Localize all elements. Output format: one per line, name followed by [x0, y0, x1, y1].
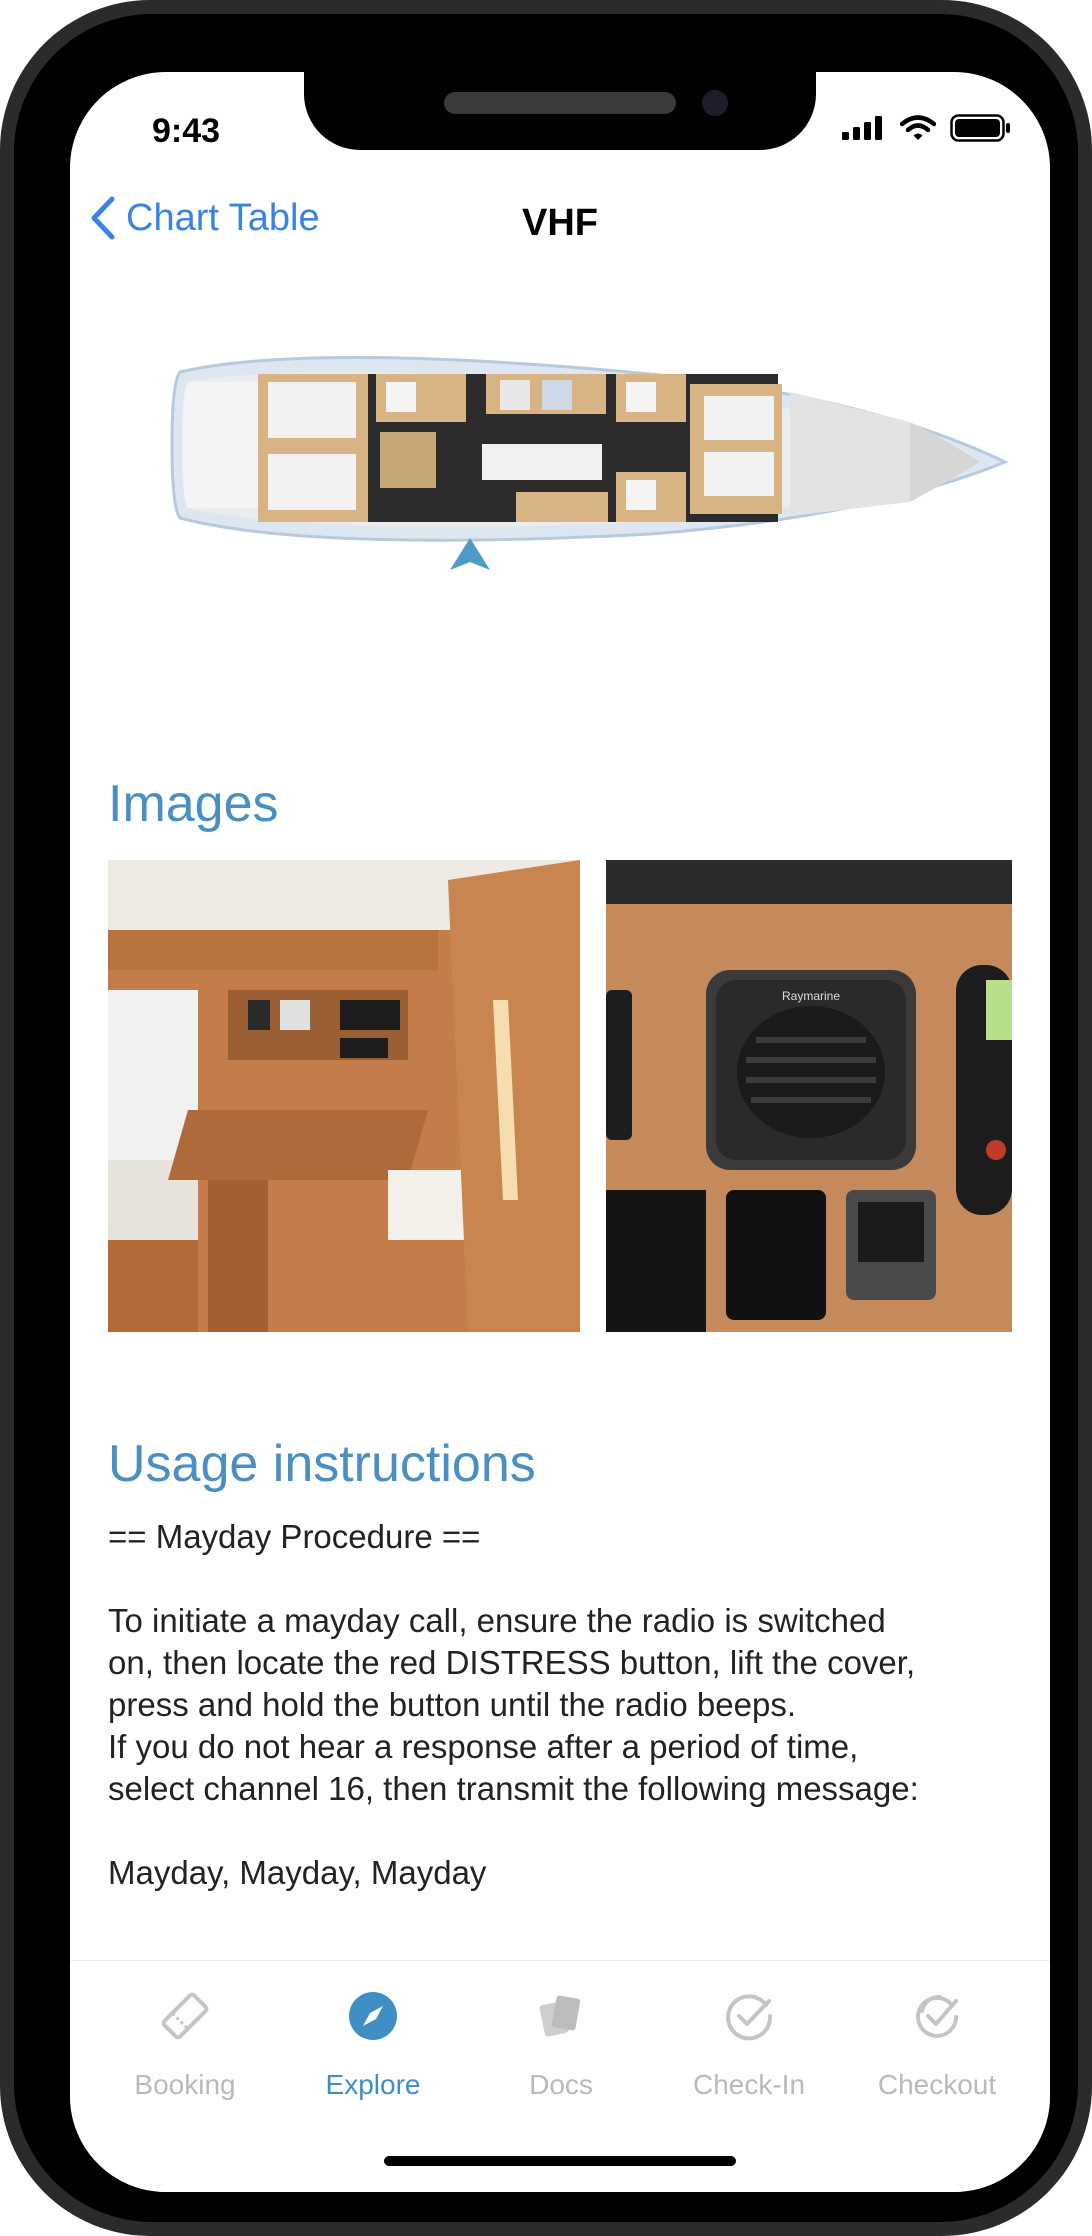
- back-button-label: Chart Table: [126, 196, 320, 239]
- front-camera: [702, 90, 728, 116]
- wifi-icon: [900, 115, 936, 140]
- tab-checkout[interactable]: Checkout: [842, 1961, 1032, 2111]
- cabin-interior-photo[interactable]: [108, 860, 580, 1332]
- checkmark-circle-icon: [726, 1994, 773, 2041]
- device-notch: [304, 72, 816, 150]
- radio-brand-label: Raymarine: [782, 989, 840, 1003]
- phone-bezel: 9:43 Chart Table VHF Images Raymarine Us…: [14, 14, 1078, 2222]
- app-screen: 9:43 Chart Table VHF Images Raymarine Us…: [70, 72, 1050, 2192]
- usage-section-title: Usage instructions: [108, 1435, 536, 1493]
- tab-label: Check-In: [692, 2069, 806, 2100]
- speaker-grille: [444, 92, 676, 114]
- status-icons: [842, 114, 1012, 142]
- usage-line: select channel 16, then transmit the fol…: [108, 1770, 919, 1807]
- compass-icon: [349, 1992, 397, 2040]
- tab-label: Explore: [325, 2069, 421, 2100]
- usage-heading-line: == Mayday Procedure ==: [108, 1518, 481, 1555]
- usage-line: on, then locate the red DISTRESS button,…: [108, 1644, 916, 1681]
- tab-label: Booking: [134, 2069, 236, 2100]
- boat-deck-plan: [170, 356, 1009, 570]
- usage-line: If you do not hear a response after a pe…: [108, 1728, 859, 1765]
- usage-closing-line: Mayday, Mayday, Mayday: [108, 1854, 487, 1891]
- cellular-signal-icon: [842, 116, 882, 140]
- vhf-radio-photo[interactable]: Raymarine: [606, 860, 1012, 1332]
- ticket-icon: [161, 1992, 209, 2040]
- navigation-bar: Chart Table VHF: [70, 192, 1050, 262]
- tab-check-in[interactable]: Check-In: [654, 1961, 844, 2111]
- tab-explore[interactable]: Explore: [278, 1961, 468, 2111]
- tab-docs[interactable]: Docs: [466, 1961, 656, 2111]
- tab-booking[interactable]: Booking: [90, 1961, 280, 2111]
- images-section-title: Images: [108, 775, 279, 833]
- chevron-left-icon: [91, 196, 115, 240]
- home-indicator[interactable]: [384, 2156, 736, 2166]
- tab-label: Docs: [529, 2069, 593, 2100]
- tab-label: Checkout: [877, 2069, 997, 2100]
- battery-icon: [950, 114, 1010, 142]
- back-button[interactable]: Chart Table: [90, 196, 320, 240]
- documents-icon: [539, 1995, 581, 2037]
- usage-line: press and hold the button until the radi…: [108, 1686, 796, 1723]
- double-checkmark-icon: [916, 1994, 958, 2038]
- usage-line: To initiate a mayday call, ensure the ra…: [108, 1602, 886, 1639]
- phone-frame: 9:43 Chart Table VHF Images Raymarine Us…: [0, 0, 1092, 2236]
- status-time: 9:43: [152, 112, 221, 150]
